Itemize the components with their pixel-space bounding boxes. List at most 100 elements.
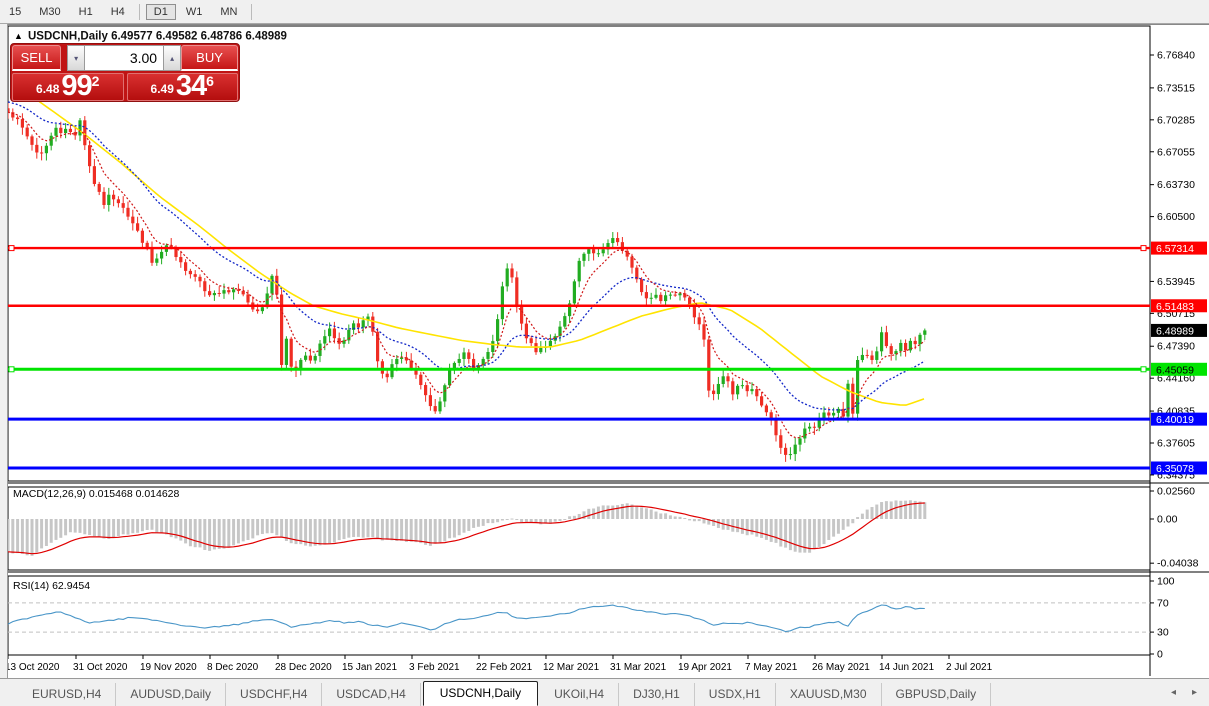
candle-body: [832, 413, 835, 416]
buy-price-tile[interactable]: 6.49346: [127, 73, 239, 101]
candle-body: [400, 357, 403, 358]
candle-body: [150, 248, 153, 262]
macd-bar: [755, 519, 758, 537]
candle-body: [496, 319, 499, 341]
macd-bar: [424, 519, 427, 545]
candle-body: [357, 323, 360, 327]
period-button-h1[interactable]: H1: [71, 4, 101, 20]
price-axis-label: 6.53945: [1157, 276, 1195, 288]
line-handle: [9, 367, 14, 372]
volume-input[interactable]: 3.00: [85, 45, 163, 71]
candle-body: [458, 359, 461, 363]
candle-body: [40, 152, 43, 153]
macd-bar: [419, 519, 422, 543]
sell-price-tile[interactable]: 6.48992: [12, 73, 124, 101]
tab-audusd-daily[interactable]: AUDUSD,Daily: [116, 683, 226, 706]
period-button-d1[interactable]: D1: [146, 4, 176, 20]
period-button-h4[interactable]: H4: [103, 4, 133, 20]
macd-bar: [107, 519, 110, 539]
macd-bar: [491, 519, 494, 523]
period-button-w1[interactable]: W1: [178, 4, 211, 20]
candle-body: [813, 427, 816, 428]
candle-body: [160, 252, 163, 259]
chart-canvas: 6.768406.735156.702856.670556.637306.605…: [0, 24, 1209, 678]
candle-body: [434, 406, 437, 411]
candle-body: [827, 413, 830, 416]
macd-bar: [79, 519, 82, 533]
macd-bar: [899, 501, 902, 519]
macd-bar: [136, 519, 139, 533]
candle-body: [750, 389, 753, 391]
buy-button[interactable]: BUY: [181, 45, 238, 71]
candle-body: [784, 448, 787, 455]
period-button-15[interactable]: 15: [1, 4, 29, 20]
macd-bar: [165, 519, 168, 534]
candle-body: [659, 295, 662, 301]
period-button-m30[interactable]: M30: [31, 4, 68, 20]
macd-bar: [98, 519, 101, 537]
tab-dj30-h1[interactable]: DJ30,H1: [619, 683, 695, 706]
price-axis-label: 6.47390: [1157, 341, 1195, 353]
collapse-triangle-icon[interactable]: ▲: [14, 31, 23, 41]
macd-bar: [573, 516, 576, 519]
macd-bar: [343, 519, 346, 539]
candle-body: [765, 406, 768, 413]
candle-body: [664, 295, 667, 301]
macd-bar: [784, 519, 787, 548]
candle-body: [155, 259, 158, 263]
candle-body: [98, 184, 101, 192]
candle-body: [760, 396, 763, 405]
volume-increase-button[interactable]: ▴: [163, 45, 181, 71]
candle-body: [726, 376, 729, 381]
tab-eurusd-h4[interactable]: EURUSD,H4: [18, 683, 116, 706]
macd-bar: [919, 502, 922, 519]
candle-body: [803, 429, 806, 439]
candle-body: [611, 238, 614, 243]
macd-bar: [823, 519, 826, 544]
macd-bar: [208, 519, 211, 551]
candle-body: [64, 129, 67, 133]
buy-price-big: 34: [176, 74, 206, 99]
macd-bar: [189, 519, 192, 546]
candle-body: [261, 307, 264, 311]
macd-bar: [59, 519, 62, 538]
tabs-scroll-right-icon[interactable]: ▸: [1192, 687, 1197, 698]
macd-bar: [866, 510, 869, 519]
tabs-scroll-left-icon[interactable]: ◂: [1171, 687, 1176, 698]
macd-bar: [405, 519, 408, 542]
macd-bar: [712, 519, 715, 526]
macd-bar: [146, 519, 149, 530]
candle-body: [290, 339, 293, 367]
candle-body: [587, 249, 590, 254]
macd-bar: [626, 503, 629, 519]
volume-decrease-button[interactable]: ▾: [67, 45, 85, 71]
tab-usdcad-h4[interactable]: USDCAD,H4: [322, 683, 420, 706]
macd-bar: [323, 519, 326, 545]
period-button-mn[interactable]: MN: [212, 4, 245, 20]
tab-usdcnh-daily[interactable]: USDCNH,Daily: [423, 681, 538, 706]
macd-bar: [352, 519, 355, 537]
date-label: 8 Dec 2020: [207, 662, 259, 673]
macd-bar: [434, 519, 437, 544]
price-label-box-text: 6.40019: [1156, 414, 1194, 426]
candle-body: [227, 290, 230, 292]
tab-usdx-h1[interactable]: USDX,H1: [695, 683, 776, 706]
candle-body: [314, 356, 317, 361]
price-axis-label: 6.70285: [1157, 114, 1195, 126]
sell-button[interactable]: SELL: [12, 45, 61, 71]
macd-bar: [151, 519, 154, 530]
candle-body: [789, 454, 792, 455]
macd-bar: [621, 504, 624, 519]
tab-usdchf-h4[interactable]: USDCHF,H4: [226, 683, 322, 706]
macd-bar: [50, 519, 53, 543]
tab-xauusd-m30[interactable]: XAUUSD,M30: [776, 683, 882, 706]
buy-price-small: 6.49: [151, 79, 174, 99]
macd-bar: [453, 519, 456, 538]
tab-ukoil-h4[interactable]: UKOil,H4: [540, 683, 619, 706]
macd-bar: [659, 513, 662, 519]
tab-gbpusd-daily[interactable]: GBPUSD,Daily: [882, 683, 992, 706]
rsi-axis-label: 70: [1157, 597, 1169, 609]
macd-bar: [371, 519, 374, 537]
macd-bar: [568, 516, 571, 519]
candle-body: [592, 249, 595, 253]
